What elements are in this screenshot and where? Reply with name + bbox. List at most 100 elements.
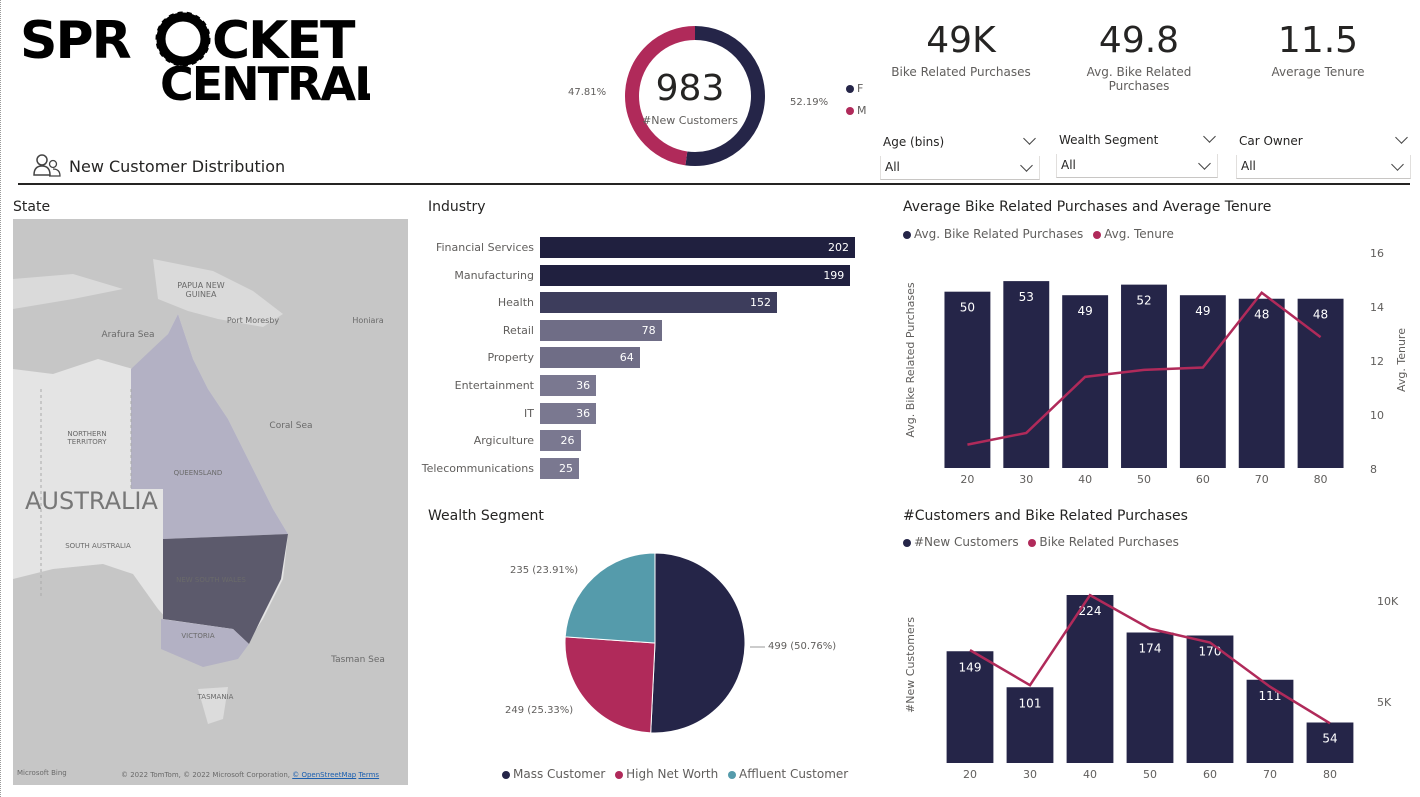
combo-bar[interactable] [1003, 281, 1050, 468]
y-axis-label: Avg. Bike Related Purchases [904, 282, 917, 437]
x-tick-label: 80 [1323, 768, 1337, 781]
logo-art: SPR CKET CENTRAL [20, 11, 385, 111]
combo-bar-value: 50 [960, 301, 975, 315]
state-map[interactable]: PAPUA NEW GUINEA Port Moresby Honiara Ar… [13, 219, 408, 785]
map-credits: © 2022 TomTom, © 2022 Microsoft Corporat… [121, 771, 380, 779]
x-tick-label: 40 [1078, 473, 1092, 486]
x-tick-label: 60 [1196, 473, 1210, 486]
pie-slice-hnw[interactable] [564, 636, 656, 734]
legend-dot-icon [903, 538, 911, 547]
industry-category-label: Property [487, 351, 534, 365]
x-tick-label: 70 [1255, 473, 1269, 486]
svg-text:CENTRAL: CENTRAL [160, 57, 370, 105]
pie-svg [564, 552, 765, 734]
kpi-bike-purchases-value: 49K [926, 20, 996, 61]
slicer-age-title: Age (bins) [883, 135, 945, 149]
combo-bar-value: 52 [1136, 294, 1151, 308]
combo-bar-value: 49 [1078, 304, 1093, 318]
svg-text:SPR: SPR [20, 11, 131, 71]
legend-item[interactable]: Mass Customer [502, 767, 605, 781]
pie-label-mass: 499 (50.76%) [768, 641, 837, 652]
map-label-coral: Coral Sea [269, 421, 313, 431]
combo-bar-value: 149 [959, 660, 982, 674]
wealth-chart: 235 (23.91%) 499 (50.76%) 249 (25.33%) M… [420, 530, 870, 790]
combo-bar[interactable] [1062, 295, 1109, 468]
chevron-down-icon [1198, 157, 1211, 170]
pie-slice-mass[interactable] [650, 552, 746, 734]
industry-category-label: Telecommunications [421, 461, 534, 475]
combo-bar-value: 170 [1199, 645, 1222, 659]
section-title: New Customer Distribution [69, 157, 286, 176]
slicer-wealth-dropdown[interactable]: All [1056, 154, 1218, 178]
slicer-car-dropdown[interactable]: All [1236, 155, 1411, 179]
combo1-chart: 50 20 53 30 49 40 52 50 49 60 48 70 48 80 Avg. Bike Re… [904, 247, 1408, 486]
combo2-chart: 1492010130224401745017060111705480#New C… [904, 593, 1399, 781]
industry-bar-value: 64 [619, 351, 634, 365]
industry-bar-value: 25 [558, 461, 573, 475]
map-label-tas: TASMANIA [197, 693, 234, 701]
combo-bar-value: 174 [1139, 642, 1162, 656]
map-label-arafura: Arafura Sea [101, 330, 155, 340]
wealth-chart-title: Wealth Segment [428, 508, 544, 524]
map-label-australia: AUSTRALIA [25, 487, 158, 515]
industry-bar[interactable] [540, 237, 855, 258]
kpi-avg-purchases-value: 49.8 [1098, 20, 1180, 61]
combo-bar-value: 101 [1019, 696, 1042, 710]
map-label-png: PAPUA NEW GUINEA [177, 281, 225, 299]
industry-category-label: Financial Services [435, 241, 534, 254]
donut-legend-f: F [846, 82, 863, 95]
industry-bar-value: 202 [828, 241, 849, 254]
legend-item[interactable]: Avg. Bike Related Purchases [903, 227, 1083, 241]
industry-bar[interactable] [540, 264, 851, 286]
y2-tick-label: 10 [1370, 409, 1384, 422]
legend-item[interactable]: Affluent Customer [728, 767, 848, 781]
pie-label-affluent: 235 (23.91%) [510, 565, 579, 576]
industry-category-label: Health [497, 296, 534, 310]
map-label-qld: QUEENSLAND [173, 469, 223, 477]
combo-bar[interactable] [1121, 284, 1167, 468]
legend-dot-icon [502, 770, 510, 779]
legend-item[interactable]: Avg. Tenure [1093, 227, 1174, 241]
customers-donut: 983 #New Customers 47.81% 52.19% F M [560, 20, 880, 175]
x-tick-label: 50 [1137, 473, 1151, 486]
kpi-avg-purchases-label: Avg. Bike Related Purchases [1086, 65, 1192, 93]
osm-link[interactable]: © OpenStreetMap [292, 771, 356, 779]
donut-total: 983 [655, 68, 725, 109]
x-tick-label: 30 [1023, 768, 1037, 781]
slicer-car-title: Car Owner [1239, 134, 1303, 148]
x-tick-label: 40 [1083, 768, 1097, 781]
legend-item[interactable]: #New Customers [903, 535, 1019, 549]
legend-dot-icon [903, 230, 911, 239]
slicer-age-dropdown[interactable]: All [880, 156, 1040, 180]
combo1-legend: Avg. Bike Related Purchases Avg. Tenure [903, 227, 1180, 241]
people-icon [32, 153, 62, 183]
industry-category-label: Retail [502, 323, 534, 337]
map-label-sa: SOUTH AUSTRALIA [65, 542, 131, 550]
industry-bar-value: 78 [641, 323, 656, 337]
industry-bar-value: 199 [823, 268, 845, 282]
combo-bar[interactable] [1238, 298, 1285, 468]
pie-slice-affluent[interactable] [564, 552, 656, 644]
slicer-wealth-title: Wealth Segment [1059, 133, 1159, 147]
bing-logo: Microsoft Bing [17, 769, 67, 777]
y2-tick-label: 5K [1377, 696, 1392, 709]
combo-bar-value: 49 [1195, 304, 1210, 318]
donut-right-pct: 52.19% [790, 97, 829, 108]
industry-category-label: Entertainment [454, 379, 534, 392]
kpi-bike-purchases-label: Bike Related Purchases [891, 65, 1031, 79]
donut-legend-m: M [846, 104, 867, 117]
donut-label: #New Customers [642, 114, 738, 127]
y2-tick-label: 14 [1370, 301, 1384, 314]
combo-bar[interactable] [1179, 295, 1226, 468]
map-label-vic: VICTORIA [181, 632, 215, 640]
legend-dot-icon [728, 770, 737, 779]
legend-item[interactable]: Bike Related Purchases [1028, 535, 1179, 549]
x-tick-label: 70 [1263, 768, 1277, 781]
combo-bar-value: 48 [1254, 308, 1269, 322]
terms-link[interactable]: Terms [358, 771, 379, 779]
map-label-nsw: NEW SOUTH WALES [176, 576, 246, 584]
map-label-honiara: Honiara [352, 316, 384, 325]
legend-dot-icon [1028, 538, 1037, 547]
donut-left-pct: 47.81% [568, 87, 607, 98]
legend-item[interactable]: High Net Worth [615, 767, 718, 781]
